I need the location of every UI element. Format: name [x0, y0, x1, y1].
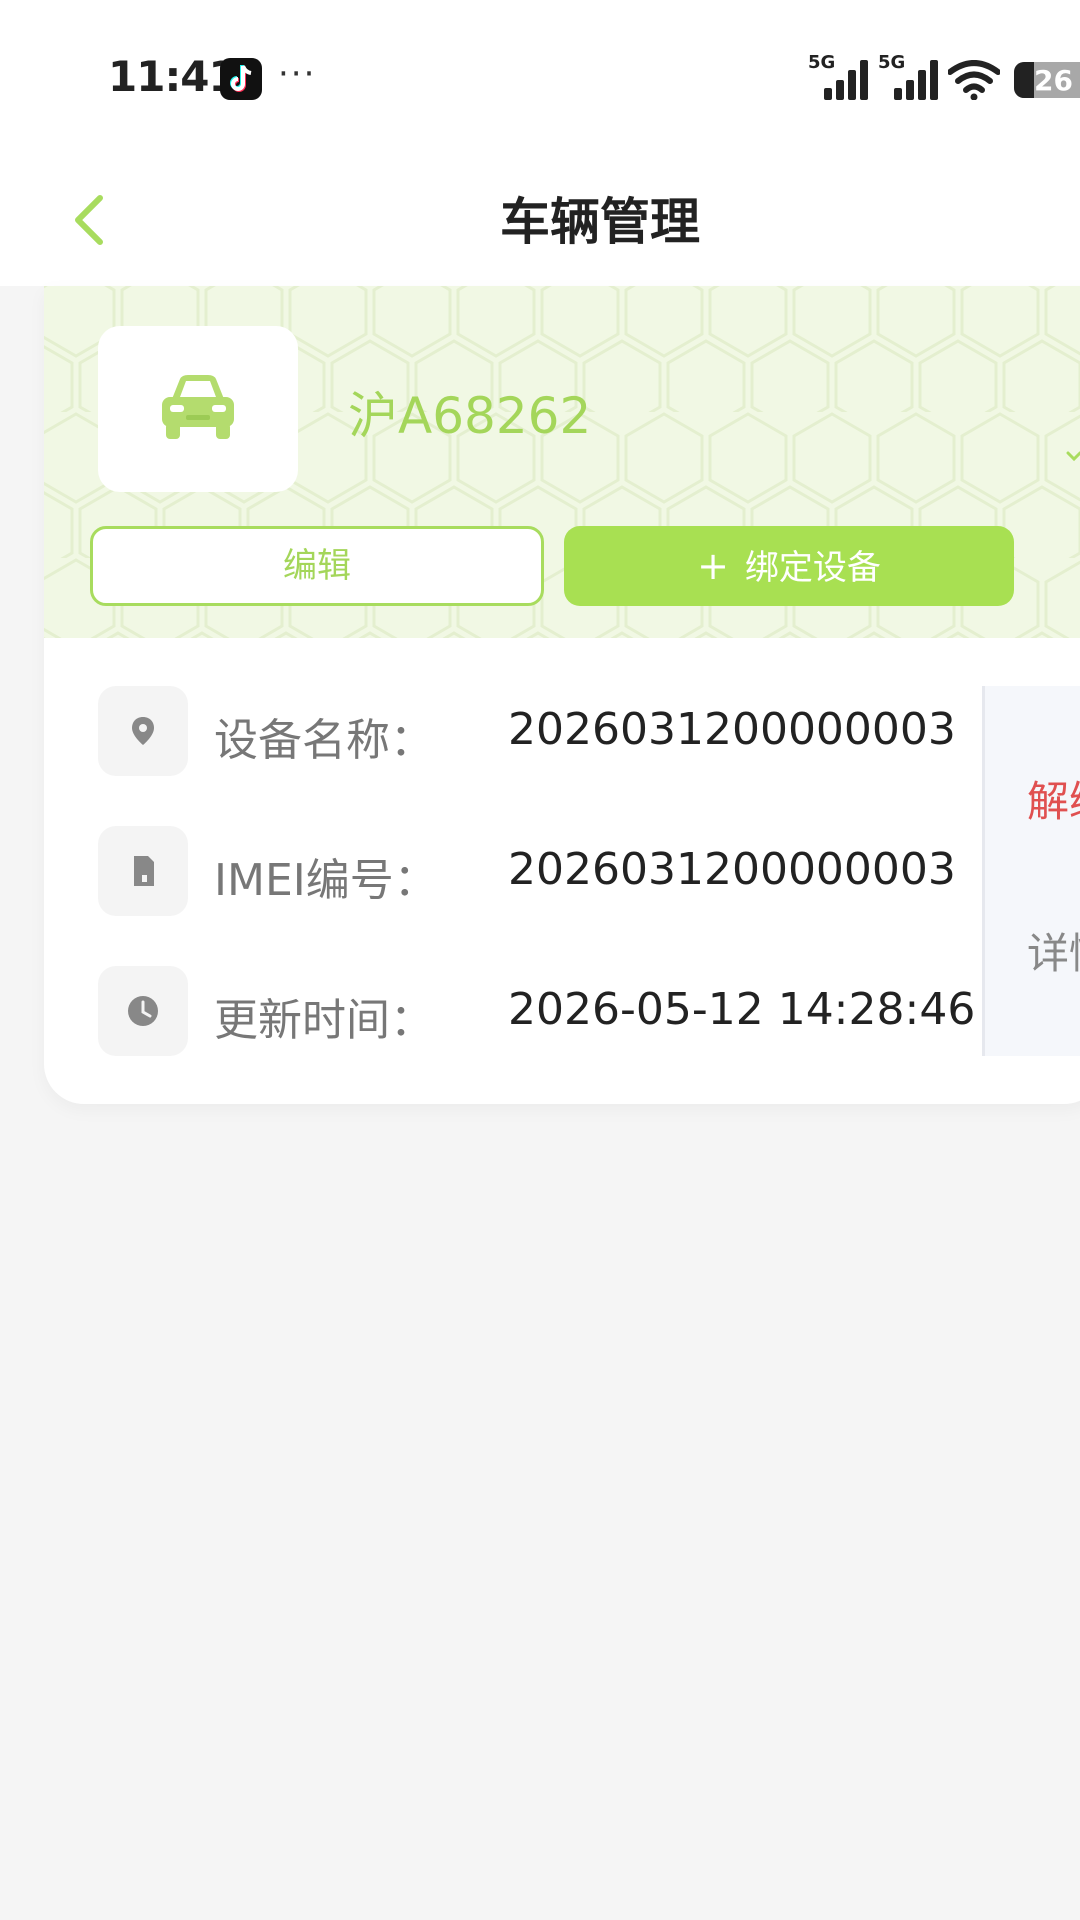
vehicle-card-header: 沪A68262 编辑 + 绑定设备 — [44, 286, 1080, 638]
battery-icon: 26 — [1014, 62, 1080, 98]
nav-bar: 车辆管理 — [0, 160, 1080, 286]
edit-button[interactable]: 编辑 — [90, 526, 544, 606]
update-time-value: 2026-05-12 14:28:46 — [508, 984, 976, 1035]
overflow-dots: ··· — [278, 54, 317, 94]
chevron-down-icon[interactable] — [1064, 446, 1080, 466]
vehicle-avatar — [98, 326, 298, 492]
plus-icon: + — [697, 544, 729, 588]
page: 11:41 ··· 5G 5G 26 车辆管理 沪A68262 编辑 + 绑定设… — [0, 0, 1080, 1920]
status-time: 11:41 — [108, 52, 238, 101]
tiktok-icon — [220, 58, 262, 100]
device-info-row: 设备名称： 2026031200000003 — [98, 686, 998, 776]
update-time-label: 更新时间： — [214, 995, 434, 1046]
bind-device-button[interactable]: + 绑定设备 — [564, 526, 1014, 606]
vehicle-card: 沪A68262 编辑 + 绑定设备 设备名称： 2026031200000003 — [44, 286, 1080, 1104]
bind-device-label: 绑定设备 — [744, 548, 881, 588]
device-name-value: 2026031200000003 — [508, 704, 956, 755]
device-info-list: 设备名称： 2026031200000003 IMEI编号： 202603120… — [44, 638, 1080, 1104]
signal-icon: 5G — [808, 52, 874, 100]
unbind-button[interactable]: 解绑 — [1027, 768, 1080, 829]
device-actions-panel: 解绑 详情 — [982, 686, 1080, 1056]
imei-label: IMEI编号： — [214, 855, 438, 906]
detail-button[interactable]: 详情 — [1027, 920, 1080, 981]
device-name-label: 设备名称： — [214, 715, 434, 766]
clock-icon — [98, 966, 188, 1056]
signal-icon: 5G — [878, 52, 944, 100]
imei-value: 2026031200000003 — [508, 844, 956, 895]
location-pin-icon — [98, 686, 188, 776]
wifi-icon — [948, 60, 1000, 100]
device-info-row: IMEI编号： 2026031200000003 — [98, 826, 998, 916]
car-icon — [162, 375, 234, 439]
page-title: 车辆管理 — [500, 193, 700, 251]
status-bar: 11:41 ··· 5G 5G 26 — [0, 0, 1080, 160]
device-info-row: 更新时间： 2026-05-12 14:28:46 — [98, 966, 998, 1056]
plate-number: 沪A68262 — [348, 387, 592, 445]
sim-card-icon — [98, 826, 188, 916]
